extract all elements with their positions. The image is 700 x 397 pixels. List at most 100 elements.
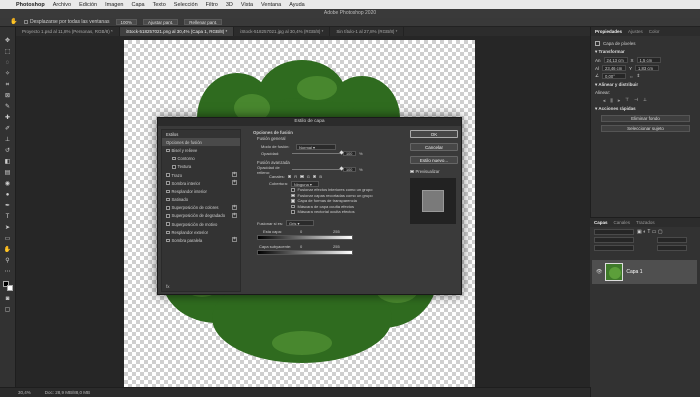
dodge-tool-icon[interactable]: ●: [4, 191, 12, 198]
eraser-tool-icon[interactable]: ◧: [4, 158, 12, 165]
style-item[interactable]: Opciones de fusión: [162, 138, 240, 147]
doc-tab-active[interactable]: iStock-518257021.png al 30,4% (Capa 1, R…: [119, 27, 235, 36]
opacity-field[interactable]: [657, 237, 687, 243]
blend-mode-select[interactable]: Normal ▾: [296, 143, 336, 150]
menu-3d[interactable]: 3D: [226, 2, 233, 8]
add-style-icon[interactable]: +: [232, 171, 237, 177]
blend-mode-select[interactable]: [594, 237, 634, 243]
style-checkbox[interactable]: [166, 206, 170, 210]
cancel-button[interactable]: Cancelar: [410, 143, 458, 151]
style-checkbox[interactable]: [166, 181, 170, 185]
lock-icons[interactable]: [594, 245, 634, 251]
style-item[interactable]: Superposición de degradado +: [162, 212, 240, 220]
marquee-tool-icon[interactable]: ⬚: [4, 48, 12, 55]
magic-wand-icon[interactable]: ✧: [4, 70, 12, 77]
align-left-icon[interactable]: ⫷: [603, 98, 606, 103]
screen-mode-icon[interactable]: ▢: [4, 306, 12, 313]
select-subject-button[interactable]: Seleccionar sujeto: [601, 125, 690, 132]
brush-tool-icon[interactable]: ✐: [4, 125, 12, 132]
add-style-icon[interactable]: +: [232, 180, 237, 186]
style-checkbox[interactable]: [166, 230, 170, 235]
lasso-tool-icon[interactable]: ◌: [4, 59, 12, 66]
style-checkbox[interactable]: [166, 222, 170, 226]
menu-seleccion[interactable]: Selección: [174, 2, 198, 8]
angle-field[interactable]: 0,00°: [602, 73, 627, 79]
style-item[interactable]: Textura: [162, 163, 240, 171]
under-layer-gradient[interactable]: [257, 249, 353, 255]
tab-properties[interactable]: Propiedades: [595, 29, 622, 34]
add-style-icon[interactable]: +: [232, 204, 237, 210]
add-style-icon[interactable]: +: [232, 212, 237, 218]
layer-filter-field[interactable]: [594, 229, 634, 235]
doc-tab[interactable]: Sin título-1 al 27,8% (RGB/8) *: [330, 27, 405, 36]
blend-option-checkbox[interactable]: [291, 199, 295, 203]
style-checkbox[interactable]: [166, 189, 170, 194]
x-field[interactable]: 1,5 cm: [636, 57, 661, 63]
pen-tool-icon[interactable]: ✒: [4, 202, 12, 209]
remove-background-button[interactable]: Eliminar fondo: [601, 115, 690, 122]
menu-filtro[interactable]: Filtro: [206, 2, 218, 8]
fill-field[interactable]: [657, 245, 687, 251]
style-item[interactable]: Resplandor exterior: [162, 228, 240, 236]
zoom-tool-icon[interactable]: ⚲: [4, 257, 12, 264]
style-checkbox[interactable]: [166, 238, 170, 243]
blur-tool-icon[interactable]: ◉: [4, 180, 12, 187]
more-tools-icon[interactable]: ⋯: [4, 268, 12, 275]
hand-tool-icon[interactable]: ✋: [10, 19, 18, 26]
style-checkbox[interactable]: [166, 173, 170, 177]
style-checkbox[interactable]: [166, 197, 170, 202]
style-item[interactable]: Contorno: [162, 155, 240, 163]
this-layer-gradient[interactable]: [257, 234, 353, 240]
style-checkbox[interactable]: [172, 165, 176, 169]
blend-option-row[interactable]: Máscara vectorial oculta efectos: [291, 209, 403, 215]
style-item[interactable]: Superposición de colores +: [162, 204, 240, 212]
menu-texto[interactable]: Texto: [153, 2, 166, 8]
channel-b-checkbox[interactable]: [312, 174, 317, 179]
new-style-button[interactable]: Estilo nuevo...: [410, 156, 458, 164]
menu-ayuda[interactable]: Ayuda: [289, 2, 305, 8]
rectangle-tool-icon[interactable]: ▭: [4, 235, 12, 242]
blend-option-checkbox[interactable]: [291, 193, 295, 197]
style-checkbox[interactable]: [166, 148, 170, 153]
zoom-100-button[interactable]: 100%: [115, 19, 138, 25]
height-field[interactable]: 23,46 cm: [602, 65, 627, 71]
menu-imagen[interactable]: Imagen: [105, 2, 123, 8]
tab-layers[interactable]: Capas: [594, 220, 608, 225]
doc-tab[interactable]: iStock-518257021.jpg al 30,4% (RGB/8) *: [234, 27, 331, 36]
gradient-tool-icon[interactable]: ▤: [4, 169, 12, 176]
tab-color[interactable]: Color: [649, 29, 660, 34]
style-item[interactable]: Bisel y relieve: [162, 146, 240, 154]
add-style-icon[interactable]: +: [232, 237, 237, 243]
style-item[interactable]: Satinado: [162, 196, 240, 204]
menu-archivo[interactable]: Archivo: [53, 2, 71, 8]
blend-option-checkbox[interactable]: [291, 210, 295, 214]
fill-screen-button[interactable]: Rellenar pant.: [184, 19, 223, 25]
filter-icons[interactable]: ▣ ◐ T ▭ ▢: [637, 229, 663, 235]
menu-capa[interactable]: Capa: [131, 2, 144, 8]
width-field[interactable]: 24,13 cm: [603, 57, 628, 63]
frame-tool-icon[interactable]: ⊠: [4, 92, 12, 99]
menu-ventana[interactable]: Ventana: [261, 2, 281, 8]
align-bottom-icon[interactable]: ⊥: [643, 97, 647, 103]
color-swatches[interactable]: [2, 281, 13, 291]
opacity-slider[interactable]: [292, 150, 344, 155]
scroll-all-checkbox[interactable]: Desplazarse por todas las ventanas: [24, 19, 110, 25]
stamp-tool-icon[interactable]: ⊥: [4, 136, 12, 143]
path-selection-icon[interactable]: ➤: [4, 224, 12, 231]
crop-tool-icon[interactable]: ⌗: [4, 81, 12, 88]
ok-button[interactable]: OK: [410, 130, 458, 138]
flip-h-icon[interactable]: ⇔: [629, 74, 634, 79]
style-item[interactable]: Sombra interior +: [162, 179, 240, 187]
zoom-level[interactable]: 30,4%: [18, 390, 31, 395]
fit-screen-button[interactable]: Ajustar pant.: [143, 19, 179, 25]
move-tool-icon[interactable]: ✥: [4, 37, 12, 44]
blend-option-checkbox[interactable]: [291, 204, 295, 208]
channel-g-checkbox[interactable]: [300, 174, 304, 179]
menu-edicion[interactable]: Edición: [79, 2, 97, 8]
hand-tool-icon[interactable]: ✋: [4, 246, 12, 253]
align-top-icon[interactable]: ⊤: [625, 97, 629, 103]
eyedropper-icon[interactable]: ✎: [4, 103, 12, 110]
align-right-icon[interactable]: ⫸: [618, 98, 621, 103]
style-checkbox[interactable]: [172, 156, 176, 161]
style-item[interactable]: Trazo +: [162, 171, 240, 179]
